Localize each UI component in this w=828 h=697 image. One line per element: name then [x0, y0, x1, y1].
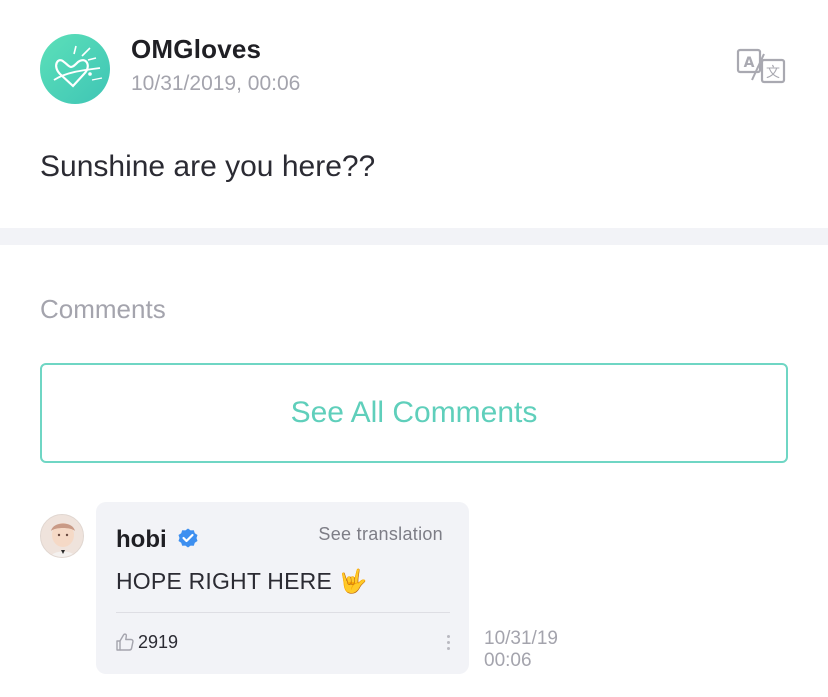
see-translation-link[interactable]: See translation — [318, 524, 443, 545]
comment-date-day: 10/31/19 — [484, 628, 558, 649]
comment-date: 10/31/19 00:06 — [484, 628, 558, 672]
author-avatar[interactable] — [40, 34, 110, 104]
comment-bubble: hobi See translation HOPE RIGHT HERE 🤟 2… — [96, 502, 469, 674]
svg-text:A: A — [744, 55, 755, 71]
comments-heading: Comments — [40, 294, 166, 324]
section-divider — [0, 228, 828, 245]
verified-badge-icon — [178, 528, 198, 548]
more-options-icon[interactable] — [442, 632, 454, 658]
post-header: OMGloves 10/31/2019, 00:06 A 文 Sunshine … — [0, 0, 828, 228]
see-all-comments-button[interactable]: See All Comments — [40, 363, 788, 463]
translate-button[interactable]: A 文 — [734, 46, 790, 86]
user-photo-icon — [41, 515, 83, 557]
like-count: 2919 — [138, 632, 179, 652]
thumbs-up-icon[interactable] — [114, 631, 136, 653]
post-body: Sunshine are you here?? — [40, 150, 376, 183]
comment-divider — [116, 612, 450, 613]
translate-icon: A 文 — [736, 48, 786, 84]
heart-doodle-icon — [53, 45, 103, 88]
comment-text: HOPE RIGHT HERE 🤟 — [116, 568, 367, 595]
commenter-avatar[interactable] — [40, 514, 84, 558]
comment-text-content: HOPE RIGHT HERE — [116, 568, 332, 594]
commenter-name[interactable]: hobi — [116, 526, 167, 554]
comment-date-time: 00:06 — [484, 650, 532, 671]
see-all-comments-label: See All Comments — [290, 396, 538, 429]
love-you-gesture-emoji: 🤟 — [338, 568, 368, 594]
svg-text:文: 文 — [766, 65, 780, 81]
post-date: 10/31/2019, 00:06 — [131, 72, 301, 95]
author-name[interactable]: OMGloves — [131, 34, 261, 65]
